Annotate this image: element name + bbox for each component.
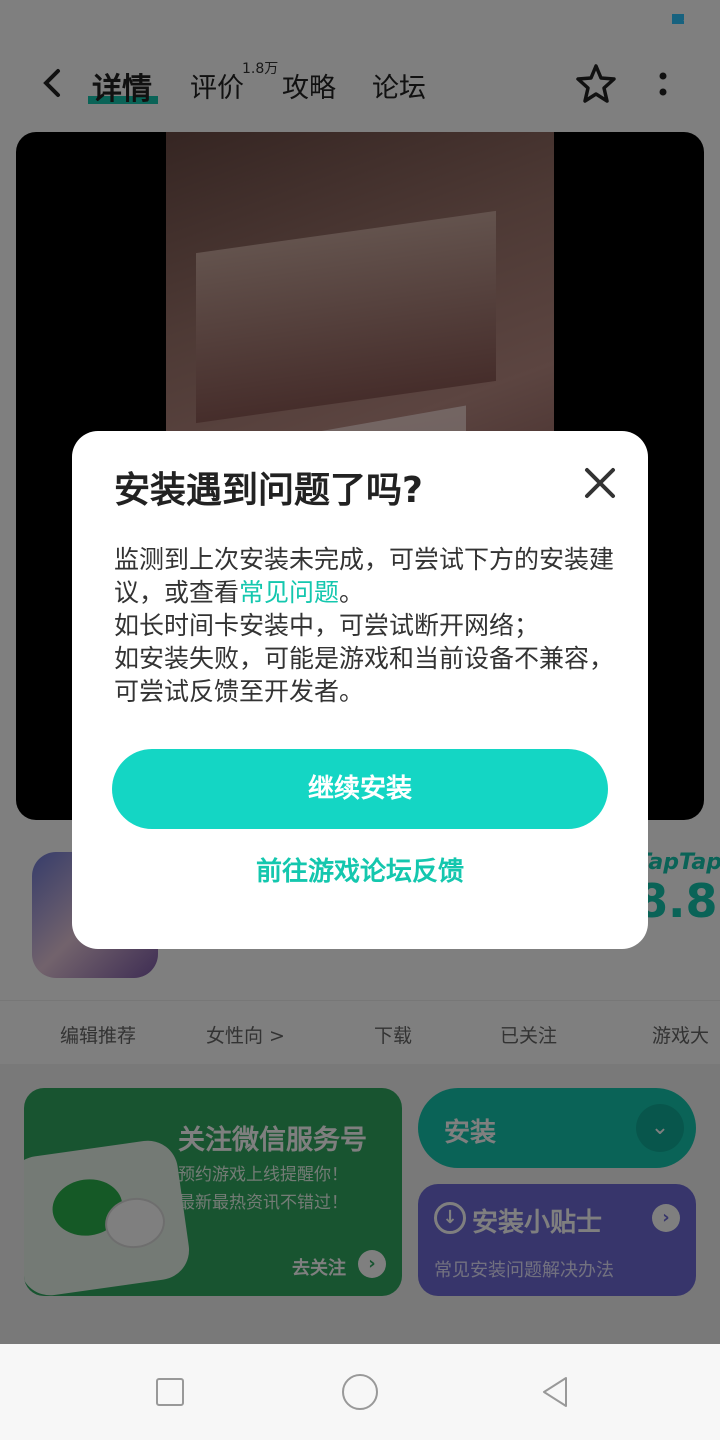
dialog-body-text-end: 。 [339, 578, 365, 607]
continue-install-button[interactable]: 继续安装 [112, 749, 608, 829]
forum-feedback-link[interactable]: 前往游戏论坛反馈 [72, 851, 648, 888]
install-problem-dialog: 安装遇到问题了吗? 监测到上次安装未完成，可尝试下方的安装建议，或查看常见问题。… [72, 431, 648, 949]
dialog-body-line2: 如长时间卡安装中，可尝试断开网络； [114, 611, 540, 640]
system-nav-bar [0, 1344, 720, 1440]
nav-back-icon[interactable] [538, 1374, 574, 1410]
dialog-title: 安装遇到问题了吗? [114, 470, 423, 511]
dialog-body: 监测到上次安装未完成，可尝试下方的安装建议，或查看常见问题。 如长时间卡安装中，… [114, 543, 614, 708]
close-icon[interactable] [582, 465, 618, 501]
recent-apps-icon[interactable] [156, 1378, 184, 1406]
faq-link[interactable]: 常见问题 [239, 578, 339, 607]
dialog-body-line3: 如安装失败，可能是游戏和当前设备不兼容，可尝试反馈至开发者。 [114, 644, 615, 706]
home-icon[interactable] [342, 1374, 378, 1410]
